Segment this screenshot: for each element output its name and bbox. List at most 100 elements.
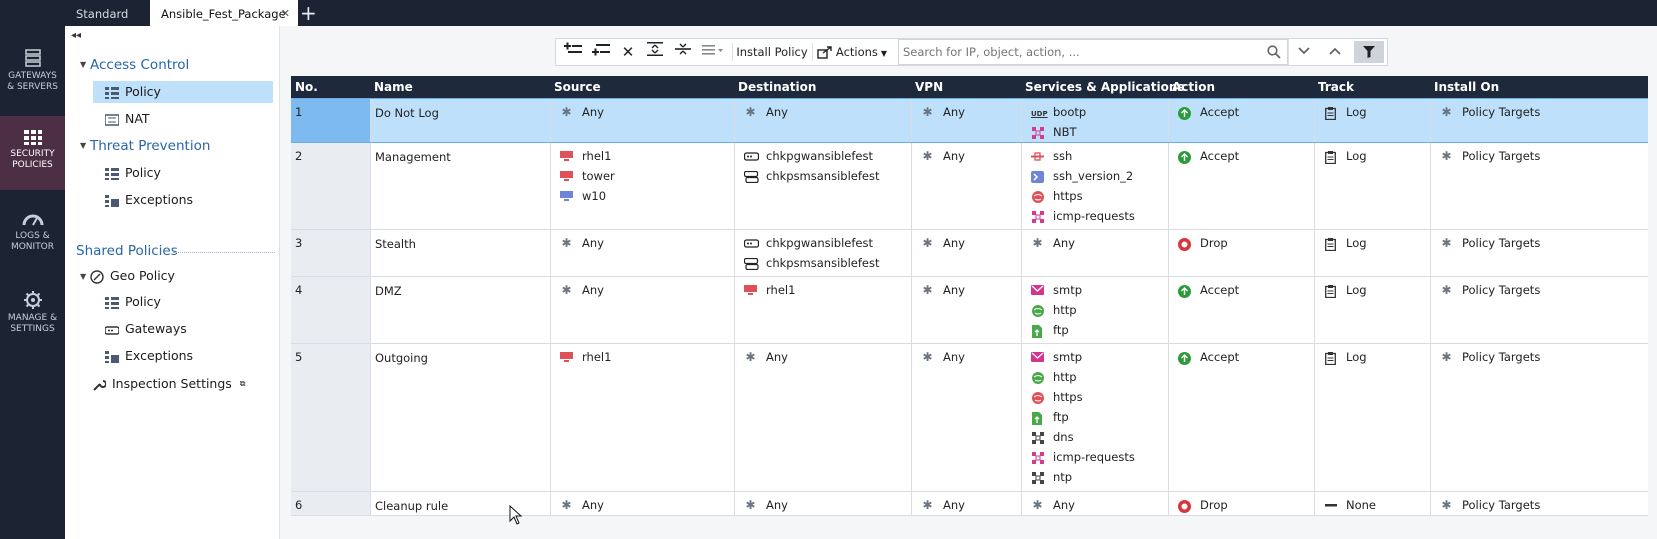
rule-row[interactable]: 2 Management rhel1 tower w10 chkpgwansiblefes… — [291, 143, 1648, 230]
tree-ac-nat[interactable]: NAT — [105, 108, 150, 130]
search-input[interactable] — [899, 40, 1259, 64]
rule-number-cell[interactable]: 1 — [291, 99, 370, 142]
destination-cell[interactable]: ✱ Any — [734, 99, 911, 142]
tree-access-control[interactable]: ▼ Access Control — [80, 54, 189, 76]
install-on-cell[interactable]: ✱ Policy Targets — [1430, 230, 1648, 276]
destination-cell[interactable]: chkpgwansiblefest chkpsmsansiblefest — [734, 143, 911, 229]
rule-name-cell[interactable]: Cleanup rule — [370, 492, 550, 515]
source-cell[interactable]: ✱ Any — [550, 492, 734, 515]
destination-cell[interactable]: ✱ Any — [734, 492, 911, 515]
tree-inspection-settings[interactable]: Inspection Settings ⧉ — [92, 373, 246, 395]
search-button[interactable] — [1262, 39, 1288, 65]
column-header-action[interactable]: Action — [1168, 76, 1215, 98]
services-cell[interactable]: ✱ Any — [1021, 492, 1168, 515]
track-cell[interactable]: Log — [1314, 230, 1430, 276]
tree-tp-exceptions[interactable]: Exceptions — [105, 189, 193, 211]
rule-number-cell[interactable]: 3 — [291, 230, 370, 276]
install-on-cell[interactable]: ✱ Policy Targets — [1430, 492, 1648, 515]
add-tab-icon[interactable]: + — [300, 1, 317, 25]
rail-manage-settings[interactable]: MANAGE & SETTINGS — [0, 290, 65, 352]
column-header-name[interactable]: Name — [370, 76, 413, 98]
column-header-no[interactable]: No. — [291, 76, 318, 98]
install-policy-button[interactable]: Install Policy — [736, 39, 808, 65]
destination-cell[interactable]: ✱ Any — [734, 344, 911, 491]
tab-standard[interactable]: Standard — [76, 0, 128, 26]
section-menu-button[interactable] — [698, 39, 728, 65]
rail-logs-monitor[interactable]: LOGS & MONITOR — [0, 210, 65, 272]
rule-row[interactable]: 1 Do Not Log ✱ Any ✱ Any ✱ Any UDP bootp NBT Accept… — [291, 98, 1648, 143]
action-cell[interactable]: Accept — [1168, 277, 1314, 343]
vpn-cell[interactable]: ✱ Any — [911, 344, 1021, 491]
vpn-cell[interactable]: ✱ Any — [911, 492, 1021, 515]
vpn-cell[interactable]: ✱ Any — [911, 230, 1021, 276]
track-cell[interactable]: None — [1314, 492, 1430, 515]
tree-tp-policy[interactable]: Policy — [105, 162, 161, 184]
destination-cell[interactable]: rhel1 — [734, 277, 911, 343]
source-cell[interactable]: rhel1 — [550, 344, 734, 491]
tree-ac-policy[interactable]: Policy — [93, 81, 273, 103]
services-cell[interactable]: ✱ Any — [1021, 230, 1168, 276]
vpn-cell[interactable]: ✱ Any — [911, 277, 1021, 343]
install-on-cell[interactable]: ✱ Policy Targets — [1430, 344, 1648, 491]
rail-security-policies[interactable]: SECURITY POLICIES — [0, 116, 65, 190]
tree-threat-prevention[interactable]: ▼ Threat Prevention — [80, 135, 210, 157]
actions-menu-button[interactable]: Actions ▼ — [816, 39, 888, 65]
action-cell[interactable]: Drop — [1168, 492, 1314, 515]
column-header-source[interactable]: Source — [550, 76, 601, 98]
rule-name-cell[interactable]: Management — [370, 143, 550, 229]
add-rule-below-button[interactable] — [588, 39, 614, 65]
column-header-destination[interactable]: Destination — [734, 76, 816, 98]
rule-name-cell[interactable]: Stealth — [370, 230, 550, 276]
source-cell[interactable]: ✱ Any — [550, 277, 734, 343]
tree-geo-gateways[interactable]: Gateways — [105, 318, 187, 340]
source-cell[interactable]: ✱ Any — [550, 99, 734, 142]
tab-ansible-fest-package[interactable]: Ansible_Fest_Package ✕ — [150, 0, 298, 26]
external-link-icon[interactable]: ⧉ — [240, 379, 246, 388]
rule-name-cell[interactable]: Outgoing — [370, 344, 550, 491]
destination-cell[interactable]: chkpgwansiblefest chkpsmsansiblefest — [734, 230, 911, 276]
vpn-cell[interactable]: ✱ Any — [911, 143, 1021, 229]
rule-number-cell[interactable]: 5 — [291, 344, 370, 491]
expand-arrow-icon[interactable]: ▼ — [80, 266, 90, 288]
rule-number-cell[interactable]: 2 — [291, 143, 370, 229]
action-cell[interactable]: Accept — [1168, 143, 1314, 229]
source-cell[interactable]: rhel1 tower w10 — [550, 143, 734, 229]
expand-sections-button[interactable] — [642, 39, 668, 65]
tree-geo-exceptions[interactable]: Exceptions — [105, 345, 193, 367]
track-cell[interactable]: Log — [1314, 344, 1430, 491]
tree-geo-policy-item[interactable]: Policy — [105, 291, 161, 313]
track-cell[interactable]: Log — [1314, 99, 1430, 142]
install-on-cell[interactable]: ✱ Policy Targets — [1430, 277, 1648, 343]
action-cell[interactable]: Accept — [1168, 99, 1314, 142]
action-cell[interactable]: Drop — [1168, 230, 1314, 276]
collapse-sections-button[interactable] — [670, 39, 696, 65]
services-cell[interactable]: smtp http ftp — [1021, 277, 1168, 343]
column-header-track[interactable]: Track — [1314, 76, 1354, 98]
next-match-button[interactable] — [1288, 39, 1318, 65]
rule-number-cell[interactable]: 6 — [291, 492, 370, 515]
rule-row[interactable]: 3 Stealth ✱ Any chkpgwansiblefest chkpsmsansi… — [291, 230, 1648, 277]
rule-row[interactable]: 5 Outgoing rhel1 ✱ Any ✱ Any smtp http https ftp dn… — [291, 344, 1648, 492]
column-header-services[interactable]: Services & Applications — [1021, 76, 1185, 98]
rule-name-cell[interactable]: Do Not Log — [370, 99, 550, 142]
action-cell[interactable]: Accept — [1168, 344, 1314, 491]
track-cell[interactable]: Log — [1314, 277, 1430, 343]
rule-row[interactable]: 6 Cleanup rule ✱ Any ✱ Any ✱ Any ✱ Any Drop None ✱ Po… — [291, 492, 1648, 516]
close-tab-icon[interactable]: ✕ — [281, 0, 290, 28]
rule-number-cell[interactable]: 4 — [291, 277, 370, 343]
services-cell[interactable]: smtp http https ftp dns icmp-requests ntp — [1021, 344, 1168, 491]
rule-row[interactable]: 4 DMZ ✱ Any rhel1 ✱ Any smtp http ftp Accept Log ✱ Po… — [291, 277, 1648, 344]
vpn-cell[interactable]: ✱ Any — [911, 99, 1021, 142]
delete-rule-button[interactable]: ✕ — [616, 39, 640, 65]
install-on-cell[interactable]: ✱ Policy Targets — [1430, 143, 1648, 229]
add-rule-above-button[interactable] — [560, 39, 586, 65]
filter-button[interactable] — [1354, 41, 1384, 63]
source-cell[interactable]: ✱ Any — [550, 230, 734, 276]
expand-arrow-icon[interactable]: ▼ — [80, 54, 90, 76]
services-cell[interactable]: UDP bootp NBT — [1021, 99, 1168, 142]
track-cell[interactable]: Log — [1314, 143, 1430, 229]
previous-match-button[interactable] — [1320, 39, 1350, 65]
rule-name-cell[interactable]: DMZ — [370, 277, 550, 343]
install-on-cell[interactable]: ✱ Policy Targets — [1430, 99, 1648, 142]
column-header-vpn[interactable]: VPN — [911, 76, 943, 98]
